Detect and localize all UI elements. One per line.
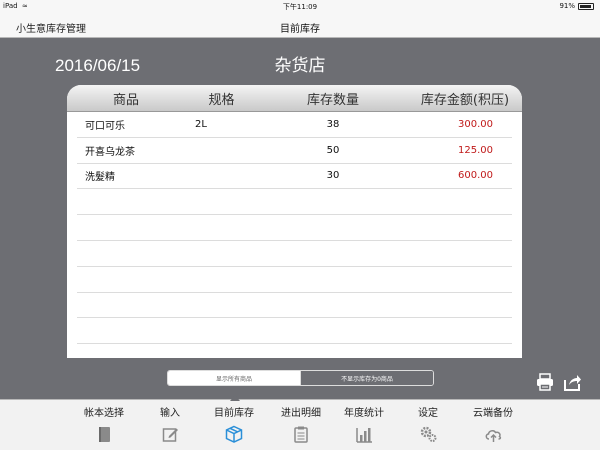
inventory-table: 商品 规格 库存数量 库存金额(积压) 可口可乐 2L 38 300.00 开喜乌龙茶 5… xyxy=(67,85,522,358)
edit-icon xyxy=(162,428,178,442)
table-row[interactable]: 可口可乐 2L 38 300.00 xyxy=(77,112,512,138)
tab-book[interactable]: 帐本选择 xyxy=(74,402,134,443)
tab-bar: 帐本选择 输入 目前库存 进出明细 年度统计 设定 云端备份 xyxy=(0,395,600,450)
tab-label: 年度统计 xyxy=(344,408,384,419)
column-header-amount: 库存金额(积压) xyxy=(420,92,510,108)
tab-label: 进出明细 xyxy=(281,408,321,419)
amount-cell: 600.00 xyxy=(458,170,493,182)
status-time: 下午11:09 xyxy=(282,3,318,11)
tab-label: 帐本选择 xyxy=(84,408,124,419)
quantity-cell: 50 xyxy=(326,144,340,156)
page-title: 目前库存 xyxy=(280,24,320,35)
column-header-spec: 规格 xyxy=(208,92,235,108)
product-name-cell: 开喜乌龙茶 xyxy=(85,146,135,158)
box-icon xyxy=(225,425,243,443)
table-row[interactable] xyxy=(77,293,512,319)
navigation-bar: 小生意库存管理 目前库存 xyxy=(0,12,600,38)
product-name-cell: 洗髮精 xyxy=(85,172,115,184)
table-row[interactable]: 开喜乌龙茶 50 125.00 xyxy=(77,138,512,164)
tab-box[interactable]: 目前库存 xyxy=(204,395,264,443)
tab-label: 云端备份 xyxy=(473,408,513,419)
table-row[interactable] xyxy=(77,189,512,216)
cloud-upload-icon xyxy=(485,429,502,442)
tab-label: 输入 xyxy=(160,408,180,419)
tab-label: 目前库存 xyxy=(214,408,254,419)
status-bar: iPad ≈ 下午11:09 91% xyxy=(0,0,600,12)
table-header: 商品 规格 库存数量 库存金额(积压) xyxy=(67,85,522,112)
hide-zero-stock-option[interactable]: 不显示库存为0商品 xyxy=(300,371,433,385)
quantity-cell: 38 xyxy=(326,118,340,130)
table-row[interactable] xyxy=(77,318,512,345)
printer-icon[interactable] xyxy=(535,372,555,392)
table-row[interactable] xyxy=(77,241,512,267)
bar-chart-icon xyxy=(356,428,372,443)
tab-label: 设定 xyxy=(418,408,438,419)
battery-icon xyxy=(578,2,594,10)
active-tab-pointer xyxy=(230,395,240,401)
stock-filter-segment: 显示所有商品 不显示库存为0商品 xyxy=(167,370,434,386)
share-icon[interactable] xyxy=(562,372,582,392)
column-header-product: 商品 xyxy=(112,92,139,108)
tab-bar-chart[interactable]: 年度统计 xyxy=(334,402,394,443)
product-name-cell: 可口可乐 xyxy=(85,120,125,132)
amount-cell: 125.00 xyxy=(458,144,493,156)
show-all-products-option[interactable]: 显示所有商品 xyxy=(168,371,300,385)
table-row[interactable] xyxy=(77,267,512,293)
table-row[interactable] xyxy=(77,215,512,241)
tab-clipboard[interactable]: 进出明细 xyxy=(271,402,331,443)
battery-percent: 91% xyxy=(559,2,575,10)
column-header-quantity: 库存数量 xyxy=(306,92,359,108)
store-name: 杂货店 xyxy=(274,56,326,76)
table-body: 可口可乐 2L 38 300.00 开喜乌龙茶 50 125.00 洗髮精 30 600.00 xyxy=(67,112,522,345)
tab-gears[interactable]: 设定 xyxy=(398,402,458,443)
gears-icon xyxy=(420,426,437,442)
clipboard-icon xyxy=(294,426,308,443)
tab-cloud-upload[interactable]: 云端备份 xyxy=(463,402,523,443)
spec-cell: 2L xyxy=(195,118,207,130)
book-icon xyxy=(99,427,110,442)
amount-cell: 300.00 xyxy=(458,118,493,130)
tab-edit[interactable]: 输入 xyxy=(140,402,200,443)
quantity-cell: 30 xyxy=(326,170,340,182)
table-row[interactable]: 洗髮精 30 600.00 xyxy=(77,164,512,190)
